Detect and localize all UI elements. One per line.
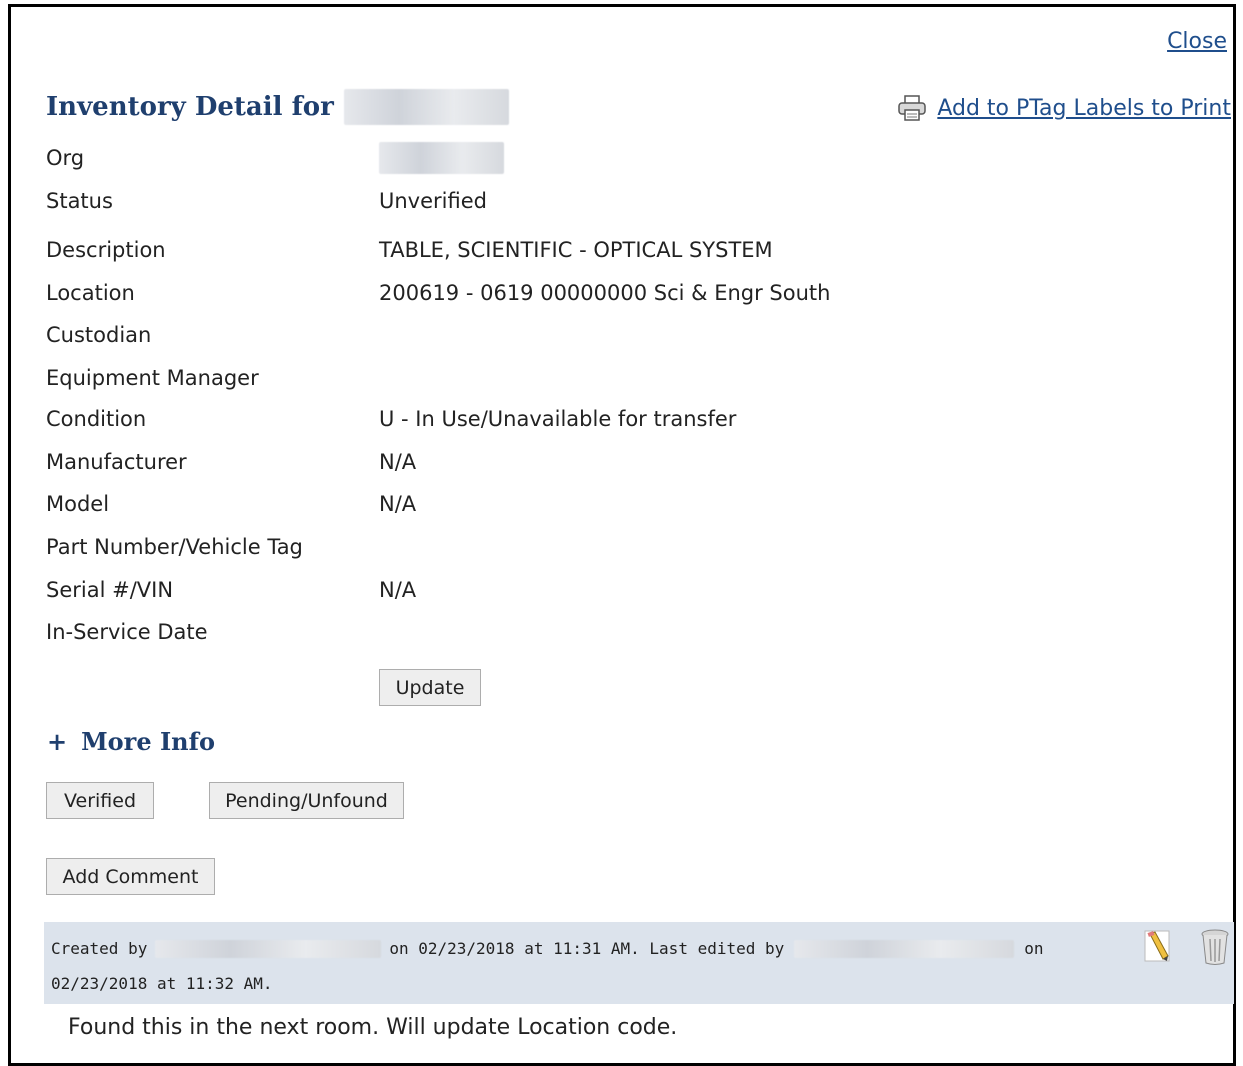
trash-icon[interactable]: [1200, 928, 1230, 966]
location-value: 200619 - 0619 00000000 Sci & Engr South: [379, 281, 831, 305]
comment-meta-bar: Created by on 02/23/2018 at 11:31 AM. La…: [44, 922, 1234, 1004]
detail-row-description: Description TABLE, SCIENTIFIC - OPTICAL …: [46, 238, 1146, 268]
status-value: Unverified: [379, 189, 487, 213]
redacted-org: [379, 142, 504, 174]
model-value: N/A: [379, 492, 417, 516]
org-value: [379, 142, 504, 179]
manufacturer-value: N/A: [379, 450, 417, 474]
close-link[interactable]: Close: [1167, 29, 1227, 54]
comment-text: Found this in the next room. Will update…: [68, 1015, 678, 1040]
status-label: Status: [46, 189, 113, 213]
page-title-text: Inventory Detail for: [46, 92, 334, 122]
add-ptag-action[interactable]: Add to PTag Labels to Print: [897, 94, 1231, 122]
detail-row-org: Org: [46, 142, 1146, 179]
custodian-label: Custodian: [46, 323, 152, 347]
equipment-manager-label: Equipment Manager: [46, 366, 259, 390]
detail-row-condition: Condition U - In Use/Unavailable for tra…: [46, 407, 1146, 437]
edited-date-text: 02/23/2018 at 11:32 AM.: [51, 974, 273, 993]
detail-row-equipment-manager: Equipment Manager: [46, 366, 1146, 396]
more-info-toggle[interactable]: + More Info: [47, 727, 215, 756]
detail-row-in-service-date: In-Service Date: [46, 620, 1146, 650]
detail-row-custodian: Custodian: [46, 323, 1146, 353]
page-title: Inventory Detail for: [46, 89, 509, 125]
redacted-asset-id: [343, 89, 509, 125]
add-ptag-link[interactable]: Add to PTag Labels to Print: [937, 96, 1231, 121]
serial-value: N/A: [379, 578, 417, 602]
expand-plus-icon: +: [47, 727, 68, 756]
detail-row-serial: Serial #/VIN N/A: [46, 578, 1146, 608]
detail-row-manufacturer: Manufacturer N/A: [46, 450, 1146, 480]
edit-pencil-icon[interactable]: [1142, 928, 1174, 964]
created-on-text: on 02/23/2018 at 11:31 AM. Last edited b…: [389, 939, 785, 958]
org-label: Org: [46, 146, 85, 170]
location-label: Location: [46, 281, 135, 305]
more-info-label: More Info: [81, 727, 215, 756]
description-label: Description: [46, 238, 166, 262]
model-label: Model: [46, 492, 110, 516]
printer-icon: [898, 95, 927, 121]
detail-row-location: Location 200619 - 0619 00000000 Sci & En…: [46, 281, 1146, 311]
redacted-editor: [794, 939, 1015, 958]
condition-value: U - In Use/Unavailable for transfer: [379, 407, 737, 431]
pending-unfound-button[interactable]: Pending/Unfound: [209, 782, 404, 819]
part-number-label: Part Number/Vehicle Tag: [46, 535, 303, 559]
detail-row-model: Model N/A: [46, 492, 1146, 522]
verified-button[interactable]: Verified: [46, 782, 154, 819]
detail-row-part-number: Part Number/Vehicle Tag: [46, 535, 1146, 565]
comment-meta-line: Created by on 02/23/2018 at 11:31 AM. La…: [51, 939, 1044, 958]
in-service-date-label: In-Service Date: [46, 620, 208, 644]
description-value: TABLE, SCIENTIFIC - OPTICAL SYSTEM: [379, 238, 773, 262]
inventory-detail-dialog: Close Inventory Detail for Add to PTag L…: [8, 4, 1236, 1066]
redacted-creator: [155, 939, 382, 958]
serial-label: Serial #/VIN: [46, 578, 174, 602]
manufacturer-label: Manufacturer: [46, 450, 187, 474]
edited-on-label: on: [1024, 939, 1044, 958]
condition-label: Condition: [46, 407, 147, 431]
detail-row-status: Status Unverified: [46, 189, 1146, 219]
created-by-label: Created by: [51, 939, 148, 958]
update-button[interactable]: Update: [379, 669, 481, 706]
add-comment-button[interactable]: Add Comment: [46, 858, 215, 895]
